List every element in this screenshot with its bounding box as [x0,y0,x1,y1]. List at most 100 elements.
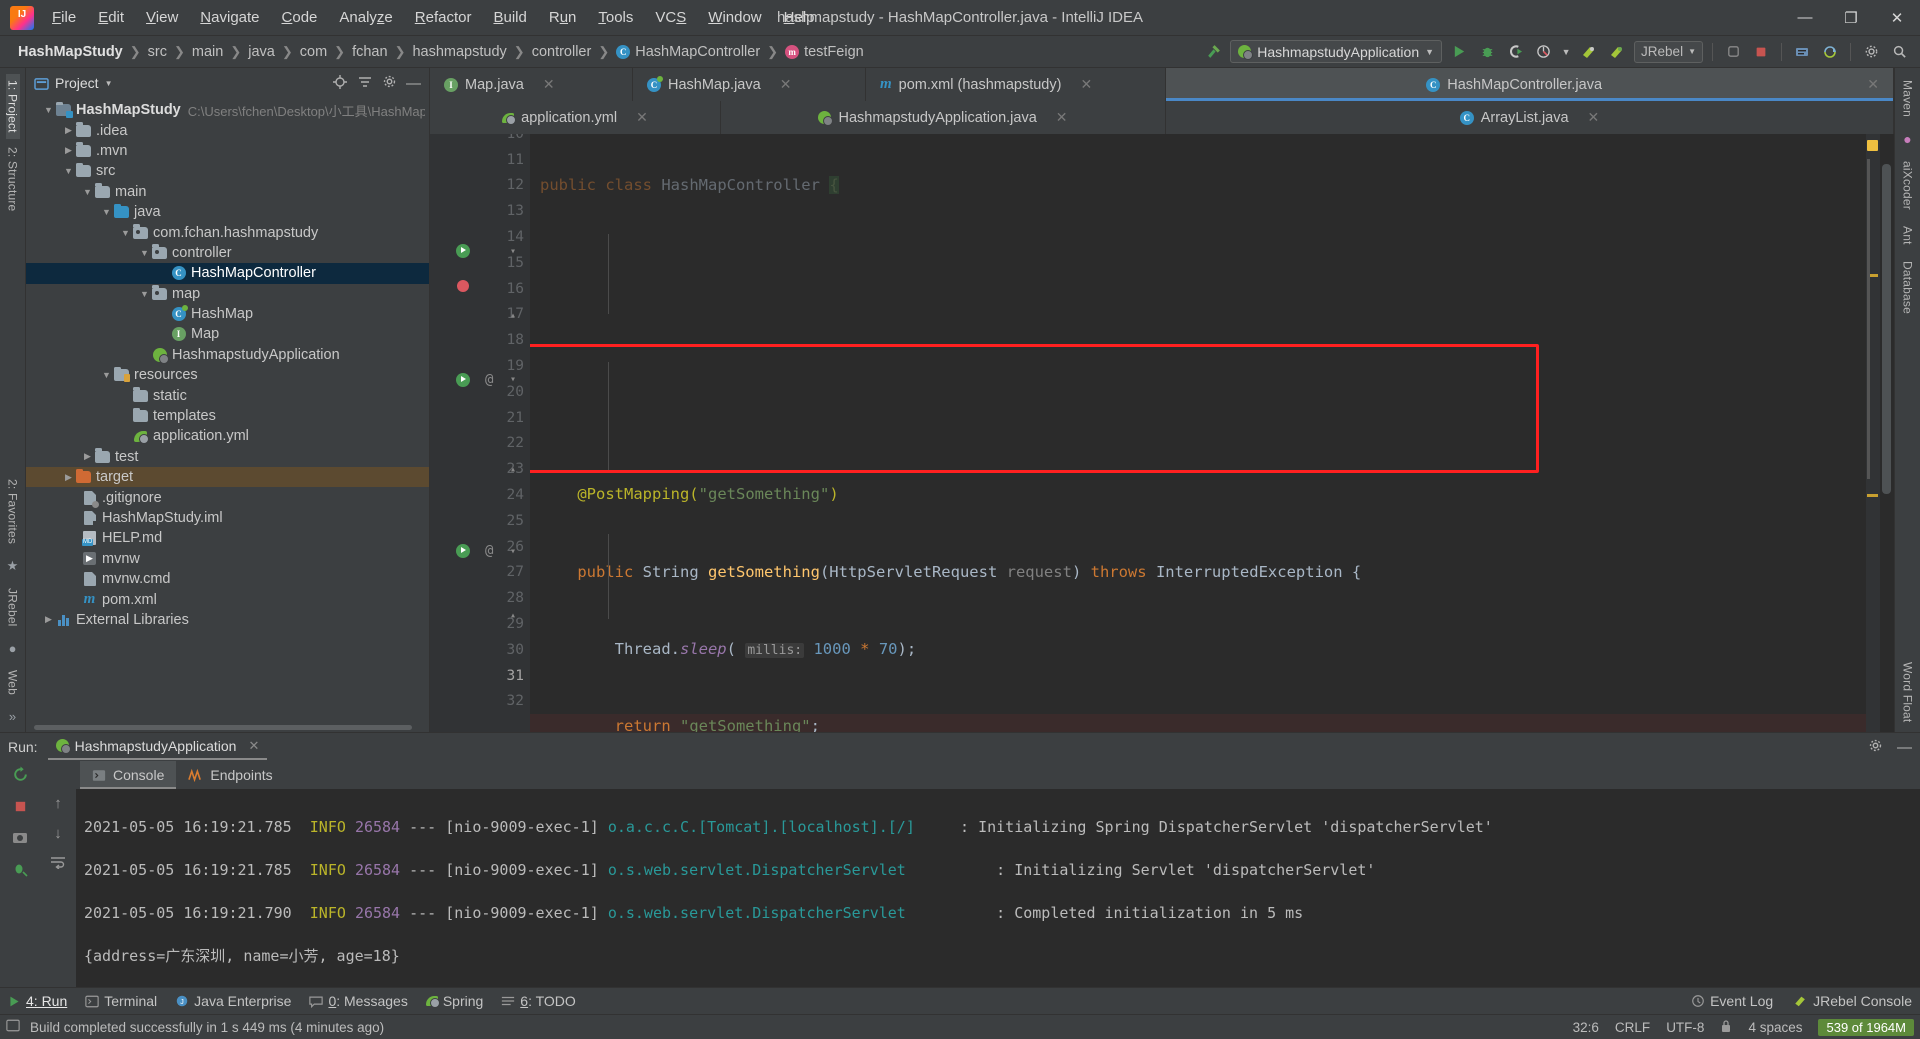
tree-row-main[interactable]: ▼ main [26,182,429,202]
breadcrumb-item-java[interactable]: java [244,42,279,62]
close-icon[interactable]: ✕ [636,109,648,126]
breadcrumb-item-main[interactable]: main [188,42,227,62]
rail-word-float-button[interactable]: Word Float [1901,656,1915,728]
indent-setting[interactable]: 4 spaces [1748,1020,1802,1035]
project-tree[interactable]: ▼ HashMapStudy C:\Users\fchen\Desktop\小工… [26,98,429,723]
breadcrumb-item-controller[interactable]: controller [528,42,596,62]
gear-icon[interactable] [382,74,397,92]
run-configuration-selector[interactable]: HashmapstudyApplication ▼ [1230,40,1442,63]
rail-project-button[interactable]: 1: Project [6,74,20,139]
fold-icon[interactable]: ▾ [510,546,516,557]
bottom-tab-messages[interactable]: 0: Messages [309,993,407,1009]
caret-position[interactable]: 32:6 [1573,1020,1599,1035]
tree-row-mvnw[interactable]: ▶ mvnw [26,549,429,569]
breadcrumb-item-project[interactable]: HashMapStudy [14,42,127,62]
tree-row-iml[interactable]: HashMapStudy.iml [26,508,429,528]
project-horizontal-scrollbar[interactable] [26,723,429,732]
maximize-button[interactable]: ❐ [1828,0,1874,36]
close-icon[interactable]: ✕ [1867,76,1879,93]
menu-edit[interactable]: Edit [88,5,134,30]
run-button[interactable] [1448,41,1470,63]
editor-tab-hashmapcontroller-java[interactable]: C HashMapController.java ✕ [1166,68,1894,101]
breadcrumb-item-src[interactable]: src [144,42,171,62]
expand-arrow-icon[interactable]: ▶ [42,614,55,625]
jrebel-rail-icon[interactable]: ● [9,637,17,660]
annotation-gutter-icon[interactable]: @ [485,372,493,388]
close-icon[interactable]: ✕ [780,76,792,93]
expand-arrow-icon[interactable]: ▶ [62,145,75,156]
expand-arrow-icon[interactable]: ▶ [81,451,94,462]
editor-tab-application-yml[interactable]: application.yml ✕ [430,101,721,134]
bottom-tab-spring[interactable]: Spring [426,993,483,1009]
expand-arrow-icon[interactable]: ▼ [42,105,55,115]
collapse-all-icon[interactable] [357,75,373,92]
tree-row-templates[interactable]: templates [26,406,429,426]
expand-arrow-icon[interactable]: ▼ [138,248,151,258]
lock-icon[interactable] [1720,1019,1732,1036]
tree-row-application-class[interactable]: HashmapstudyApplication [26,345,429,365]
fold-icon[interactable]: ▾ [510,246,516,257]
profiler-dropdown-icon[interactable]: ▼ [1560,41,1572,63]
event-log-button[interactable]: Event Log [1691,993,1773,1009]
rail-structure-button[interactable]: 2: Structure [6,141,20,217]
bottom-tab-terminal[interactable]: Terminal [85,993,157,1009]
settings-icon[interactable] [1860,41,1882,63]
editor-viewport[interactable]: 10 11 12 13 14 15 16 17 18 19 20 21 22 2… [430,134,1894,732]
tree-row-hashmap[interactable]: C HashMap [26,304,429,324]
menu-build[interactable]: Build [483,5,536,30]
expand-arrow-icon[interactable]: ▼ [81,187,94,197]
menu-navigate[interactable]: Navigate [190,5,269,30]
hide-icon[interactable]: — [406,75,421,92]
fold-icon[interactable]: ▾ [510,374,516,385]
build-hammer-icon[interactable] [1202,41,1224,63]
editor-tab-map-java[interactable]: I Map.java ✕ [430,68,633,101]
bottom-tab-run[interactable]: 4: Run [8,993,67,1009]
thread-dump-icon[interactable] [12,861,28,882]
editor-tab-arraylist-java[interactable]: C ArrayList.java ✕ [1166,101,1894,134]
jrebel-debug-button[interactable] [1606,41,1628,63]
editor-vertical-scrollbar[interactable] [1880,134,1894,732]
tree-row-resources[interactable]: ▼ resources [26,365,429,385]
rail-web-button[interactable]: Web [6,664,20,701]
editor-tab-pom-xml[interactable]: m pom.xml (hashmapstudy) ✕ [866,68,1166,101]
locate-icon[interactable] [332,74,348,93]
fold-icon[interactable]: ▴ [510,610,516,621]
stop-button[interactable] [1750,41,1772,63]
breadcrumb-item-class[interactable]: C HashMapController [612,42,764,62]
profiler-button[interactable] [1532,41,1554,63]
fold-icon[interactable]: ▴ [510,310,516,321]
close-icon[interactable]: ✕ [1056,109,1068,126]
spring-run-gutter-icon[interactable] [456,244,470,258]
editor-tab-hashmap-java[interactable]: C HashMap.java ✕ [633,68,866,101]
sync-icon[interactable] [1819,41,1841,63]
close-icon[interactable]: ✕ [1080,76,1092,93]
rail-maven-button[interactable]: Maven [1901,74,1915,123]
menu-vcs[interactable]: VCS [645,5,696,30]
hide-icon[interactable]: — [1897,739,1912,756]
stop-icon[interactable] [13,799,28,819]
tree-row-map-interface[interactable]: I Map [26,324,429,344]
breadcrumb-item-com[interactable]: com [296,42,331,62]
update-project-icon[interactable] [1791,41,1813,63]
expand-arrow-icon[interactable]: ▼ [62,166,75,176]
menu-run[interactable]: Run [539,5,587,30]
rail-jrebel-button[interactable]: JRebel [6,582,20,633]
tree-row-package-root[interactable]: ▼ com.fchan.hashmapstudy [26,222,429,242]
close-button[interactable]: ✕ [1874,0,1920,36]
tree-row-gitignore[interactable]: .gitignore [26,487,429,507]
tree-row-mvn[interactable]: ▶ .mvn [26,141,429,161]
run-coverage-button[interactable] [1504,41,1526,63]
expand-arrow-icon[interactable]: ▼ [100,207,113,217]
tree-row-application-yml[interactable]: application.yml [26,426,429,446]
tree-row-help-md[interactable]: HELP.md [26,528,429,548]
file-encoding[interactable]: UTF-8 [1666,1020,1704,1035]
chevron-right-icon[interactable]: » [9,705,16,728]
fold-icon[interactable]: ▴ [510,464,516,475]
tree-row-mvnw-cmd[interactable]: mvnw.cmd [26,569,429,589]
tree-row-hashmapstudy[interactable]: ▼ HashMapStudy C:\Users\fchen\Desktop\小工… [26,100,429,120]
menu-tools[interactable]: Tools [588,5,643,30]
tree-row-target[interactable]: ▶ target [26,467,429,487]
search-icon[interactable] [1888,41,1910,63]
chevron-down-icon[interactable]: ▼ [105,79,113,88]
star-icon[interactable]: ★ [7,554,19,578]
